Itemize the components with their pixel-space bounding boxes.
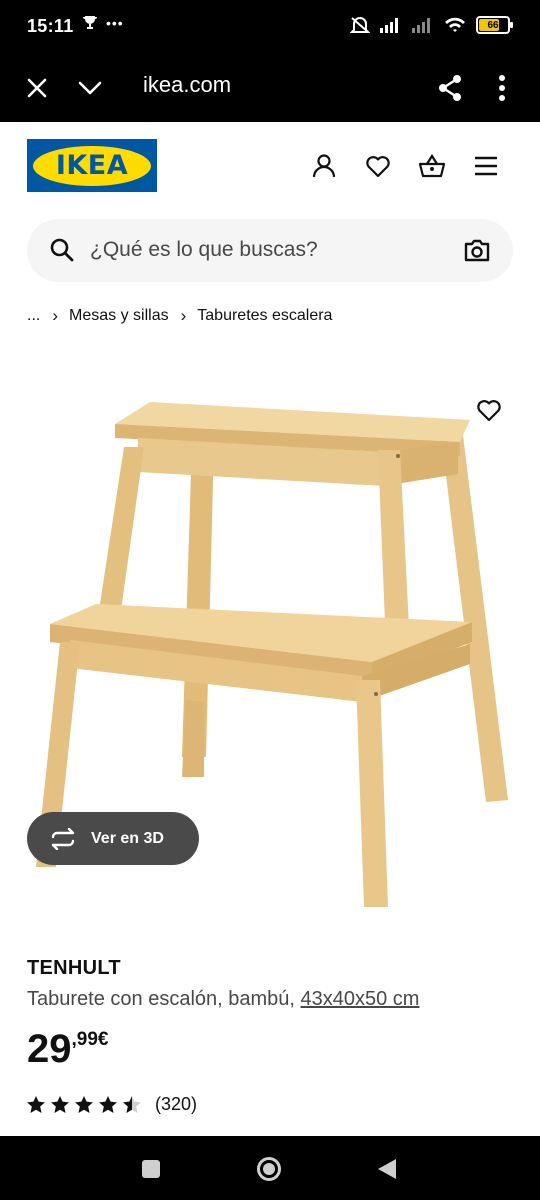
status-time: 15:11 — [27, 16, 74, 36]
circle-icon — [257, 1157, 281, 1181]
favourites-button[interactable] — [362, 150, 394, 182]
search-input[interactable]: ¿Qué es lo que buscas? — [90, 238, 318, 262]
user-icon — [312, 154, 336, 178]
rotate-3d-icon — [51, 827, 75, 850]
rating-stars — [27, 1096, 141, 1113]
breadcrumb-item-mesas-y-sillas[interactable]: Mesas y sillas — [69, 307, 169, 325]
breadcrumb-separator: › — [180, 306, 187, 325]
share-button[interactable] — [432, 70, 468, 106]
browser-toolbar: ikea.com — [0, 54, 540, 122]
mute-icon — [350, 17, 370, 33]
product-description-text: Taburete con escalón, bambú, — [27, 988, 295, 1010]
account-button[interactable] — [308, 150, 340, 182]
menu-icon — [475, 156, 497, 176]
back-button[interactable] — [372, 1154, 402, 1184]
collapse-button[interactable] — [72, 70, 108, 106]
main-menu-button[interactable] — [470, 150, 502, 182]
search-bar[interactable]: ¿Qué es lo que buscas? — [27, 219, 513, 282]
share-icon — [439, 75, 461, 101]
basket-icon — [418, 153, 446, 178]
more-notifications-icon: ••• — [106, 15, 124, 31]
recents-button[interactable] — [136, 1154, 166, 1184]
cart-button[interactable] — [416, 150, 448, 182]
search-icon — [50, 238, 74, 262]
home-button[interactable] — [254, 1154, 284, 1184]
url-text[interactable]: ikea.com — [143, 72, 231, 98]
star-half-icon — [123, 1096, 141, 1113]
product-dimensions-link[interactable]: 43x40x50 cm — [301, 988, 420, 1010]
price-integer: 29 — [27, 1027, 72, 1071]
product-description: Taburete con escalón, bambú, 43x40x50 cm — [27, 988, 419, 1011]
chevron-down-icon — [78, 81, 102, 95]
battery-level: 66 — [487, 19, 499, 31]
signal-icon — [380, 18, 398, 33]
more-options-button[interactable] — [484, 70, 520, 106]
view-in-3d-button[interactable]: Ver en 3D — [27, 812, 199, 865]
star-icon — [99, 1096, 117, 1113]
web-page: IKEA ¿Qué es lo que buscas? ... › Mesas … — [0, 122, 540, 1136]
star-icon — [75, 1096, 93, 1113]
heart-icon — [477, 400, 501, 422]
rating-count: (320) — [155, 1094, 198, 1114]
product-price: 29,99€ — [27, 1027, 108, 1072]
breadcrumb: ... › Mesas y sillas › Taburetes escaler… — [27, 306, 332, 326]
system-navigation-bar — [0, 1136, 540, 1200]
add-to-favourites-button[interactable] — [476, 398, 502, 427]
breadcrumb-separator: › — [52, 306, 59, 325]
signal-weak-icon — [412, 18, 430, 33]
star-icon — [27, 1096, 45, 1113]
price-decimal: ,99€ — [71, 1029, 109, 1050]
heart-icon — [366, 156, 390, 178]
close-tab-button[interactable] — [19, 70, 55, 106]
close-icon — [27, 78, 47, 98]
triangle-back-icon — [378, 1159, 396, 1179]
battery-indicator: 66 — [476, 16, 513, 34]
header-actions — [308, 150, 502, 182]
breadcrumb-ellipsis[interactable]: ... — [27, 307, 40, 325]
product-rating[interactable]: (320) — [27, 1094, 197, 1115]
product-name[interactable]: TENHULT — [27, 957, 121, 980]
ikea-logo[interactable]: IKEA — [27, 139, 157, 192]
trophy-icon — [83, 16, 97, 29]
square-icon — [142, 1160, 160, 1178]
view-in-3d-label: Ver en 3D — [91, 829, 164, 847]
more-vert-icon — [499, 75, 505, 101]
breadcrumb-item-taburetes-escalera[interactable]: Taburetes escalera — [197, 307, 332, 325]
logo-text: IKEA — [55, 150, 129, 181]
star-icon — [51, 1096, 69, 1113]
camera-icon[interactable] — [463, 237, 491, 263]
status-bar: 15:11 ••• 66 — [0, 0, 540, 54]
wifi-icon — [445, 17, 465, 32]
